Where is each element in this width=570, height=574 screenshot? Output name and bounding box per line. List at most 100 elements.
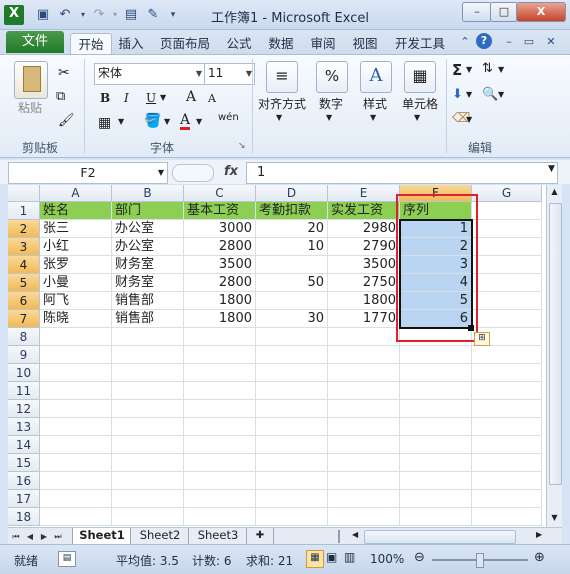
customize-qat-icon[interactable]: ▾	[164, 6, 182, 24]
tab-file[interactable]: 文件	[6, 31, 64, 53]
cell-e12[interactable]	[328, 400, 400, 418]
row-header-2[interactable]: 2	[8, 220, 40, 238]
cell-g17[interactable]	[472, 490, 542, 508]
cell-b6[interactable]: 销售部	[112, 292, 184, 310]
last-sheet-icon[interactable]: ⏭	[52, 530, 64, 543]
select-all-corner[interactable]	[8, 185, 40, 202]
borders-dropdown-icon[interactable]: ▼	[118, 117, 124, 126]
tab-home[interactable]: 开始	[70, 33, 112, 55]
sheet-tab-1[interactable]: Sheet1	[72, 528, 132, 545]
cell-d2[interactable]: 20	[256, 220, 328, 238]
cell-a3[interactable]: 小红	[40, 238, 112, 256]
cell-a15[interactable]	[40, 454, 112, 472]
cell-g13[interactable]	[472, 418, 542, 436]
cell-c8[interactable]	[184, 328, 256, 346]
cell-c6[interactable]: 1800	[184, 292, 256, 310]
cell-c16[interactable]	[184, 472, 256, 490]
formula-expand-icon[interactable]: ▼	[548, 164, 555, 174]
styles-icon[interactable]: A	[360, 61, 392, 93]
cell-b12[interactable]	[112, 400, 184, 418]
name-box[interactable]: F2 ▼	[8, 162, 168, 184]
cell-f16[interactable]	[400, 472, 472, 490]
cell-e6[interactable]: 1800	[328, 292, 400, 310]
cell-e4[interactable]: 3500	[328, 256, 400, 274]
fill-handle[interactable]	[468, 325, 474, 331]
column-header-e[interactable]: E	[328, 185, 400, 202]
cell-e2[interactable]: 2980	[328, 220, 400, 238]
row-header-10[interactable]: 10	[8, 364, 40, 382]
minimize-button[interactable]: –	[462, 2, 492, 22]
cell-g2[interactable]	[472, 220, 542, 238]
cell-g3[interactable]	[472, 238, 542, 256]
cell-f13[interactable]	[400, 418, 472, 436]
row-header-3[interactable]: 3	[8, 238, 40, 256]
cell-b8[interactable]	[112, 328, 184, 346]
font-size-select[interactable]: 11 ▼	[204, 63, 255, 85]
cells-button[interactable]: 单元格	[398, 95, 442, 112]
row-header-11[interactable]: 11	[8, 382, 40, 400]
cell-d17[interactable]	[256, 490, 328, 508]
shrink-font-button[interactable]: A	[208, 92, 216, 105]
cell-e18[interactable]	[328, 508, 400, 526]
tab-formulas[interactable]: 公式	[222, 33, 256, 54]
cell-b5[interactable]: 财务室	[112, 274, 184, 292]
scroll-right-icon[interactable]: ▶	[536, 530, 542, 539]
cell-e1[interactable]: 实发工资	[328, 202, 400, 220]
cell-e13[interactable]	[328, 418, 400, 436]
row-header-1[interactable]: 1	[8, 202, 40, 220]
number-dropdown-icon[interactable]: ▼	[326, 113, 332, 122]
cell-a17[interactable]	[40, 490, 112, 508]
cell-a2[interactable]: 张三	[40, 220, 112, 238]
cell-a6[interactable]: 阿飞	[40, 292, 112, 310]
cell-a12[interactable]	[40, 400, 112, 418]
autofill-options-icon[interactable]: ⊞	[474, 332, 490, 346]
help-icon[interactable]: ?	[476, 33, 492, 49]
row-header-9[interactable]: 9	[8, 346, 40, 364]
paste-icon[interactable]	[14, 61, 48, 99]
zoom-level[interactable]: 100%	[370, 552, 404, 566]
copy-icon[interactable]: ⧉	[56, 89, 65, 104]
cell-f11[interactable]	[400, 382, 472, 400]
cell-f9[interactable]	[400, 346, 472, 364]
cell-g9[interactable]	[472, 346, 542, 364]
cell-c3[interactable]: 2800	[184, 238, 256, 256]
undo-icon[interactable]: ↶	[56, 6, 74, 24]
cell-d5[interactable]: 50	[256, 274, 328, 292]
cell-a10[interactable]	[40, 364, 112, 382]
fill-dropdown-icon[interactable]: ▼	[164, 117, 170, 126]
cell-g6[interactable]	[472, 292, 542, 310]
cell-c14[interactable]	[184, 436, 256, 454]
cell-c9[interactable]	[184, 346, 256, 364]
cell-g4[interactable]	[472, 256, 542, 274]
insert-function-button[interactable]: fx	[224, 164, 238, 179]
cell-c4[interactable]: 3500	[184, 256, 256, 274]
cell-b10[interactable]	[112, 364, 184, 382]
doc-close-icon[interactable]: ✕	[542, 33, 560, 51]
sort-filter-icon[interactable]: ⇅	[482, 61, 493, 76]
normal-view-icon[interactable]: ▦	[306, 550, 324, 568]
tab-split-handle[interactable]	[338, 530, 348, 543]
cell-e3[interactable]: 2790	[328, 238, 400, 256]
cell-g18[interactable]	[472, 508, 542, 526]
alignment-icon[interactable]: ≡	[266, 61, 298, 93]
phonetic-guide-button[interactable]: wén	[218, 113, 239, 123]
cell-d4[interactable]	[256, 256, 328, 274]
font-name-select[interactable]: 宋体 ▼	[94, 63, 205, 85]
cell-d9[interactable]	[256, 346, 328, 364]
vertical-scrollbar[interactable]: ▲ ▼	[546, 185, 562, 527]
cell-g7[interactable]	[472, 310, 542, 328]
cell-g5[interactable]	[472, 274, 542, 292]
autosum-dropdown-icon[interactable]: ▼	[466, 65, 472, 74]
column-header-a[interactable]: A	[40, 185, 112, 202]
save-icon[interactable]: ▣	[34, 6, 52, 24]
autosum-button[interactable]: Σ	[452, 61, 462, 79]
scroll-down-icon[interactable]: ▼	[549, 513, 560, 525]
percent-icon[interactable]: %	[316, 61, 348, 93]
cell-a9[interactable]	[40, 346, 112, 364]
insert-sheet-icon[interactable]: ✚	[246, 528, 274, 545]
styles-dropdown-icon[interactable]: ▼	[370, 113, 376, 122]
styles-button[interactable]: 样式	[358, 95, 392, 112]
cell-b4[interactable]: 财务室	[112, 256, 184, 274]
sort-dropdown-icon[interactable]: ▼	[498, 65, 504, 74]
cell-c15[interactable]	[184, 454, 256, 472]
